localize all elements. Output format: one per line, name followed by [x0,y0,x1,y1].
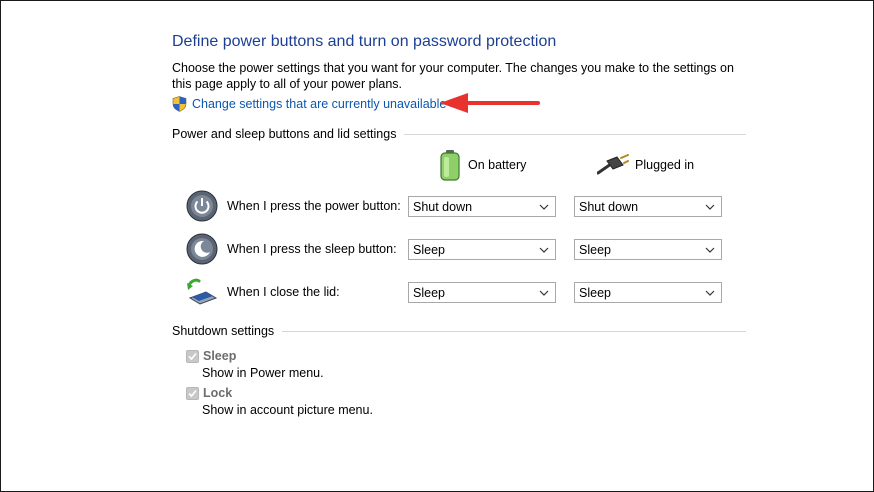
lock-checkbox-row[interactable]: Lock [186,385,232,401]
power-button-label: When I press the power button: [227,199,401,213]
shutdown-section-heading-text: Shutdown settings [172,324,275,338]
change-settings-link[interactable]: Change settings that are currently unava… [172,96,446,112]
checkmark-icon [188,352,197,360]
sleep-button-on-battery-select[interactable]: Sleep [408,239,556,260]
sleep-button-icon [186,233,218,265]
close-lid-label: When I close the lid: [227,285,340,299]
select-value: Shut down [579,199,639,214]
checkmark-icon [188,389,197,397]
change-settings-link-text: Change settings that are currently unava… [192,97,447,111]
select-value: Shut down [413,199,473,214]
lock-checkbox-label: Lock [203,386,233,400]
close-lid-plugged-in-select[interactable]: Sleep [574,282,722,303]
select-value: Sleep [413,285,445,300]
sleep-button-label: When I press the sleep button: [227,242,397,256]
chevron-down-icon [705,247,715,253]
lock-description: Show in account picture menu. [202,403,373,417]
shutdown-section-heading: Shutdown settings [172,323,746,339]
section-divider [282,330,746,332]
on-battery-label: On battery [468,158,527,172]
power-section-heading-text: Power and sleep buttons and lid settings [172,127,397,141]
power-button-on-battery-select[interactable]: Shut down [408,196,556,217]
power-section-heading: Power and sleep buttons and lid settings [172,126,746,142]
select-value: Sleep [413,242,445,257]
power-button-icon [186,190,218,222]
power-button-plugged-in-select[interactable]: Shut down [574,196,722,217]
sleep-button-plugged-in-select[interactable]: Sleep [574,239,722,260]
plugged-in-column-header: Plugged in [597,149,694,181]
sleep-description: Show in Power menu. [202,366,324,380]
chevron-down-icon [705,290,715,296]
sleep-checkbox[interactable] [186,349,199,363]
page-description: Choose the power settings that you want … [172,61,734,91]
uac-shield-icon [172,96,187,112]
page-title: Define power buttons and turn on passwor… [172,33,557,50]
sleep-checkbox-label: Sleep [203,349,237,363]
on-battery-column-header: On battery [438,149,526,181]
select-value: Sleep [579,242,611,257]
battery-icon [440,150,460,181]
chevron-down-icon [539,204,549,210]
section-divider [404,133,746,135]
lock-checkbox[interactable] [186,386,199,400]
power-plug-icon [597,154,629,175]
plugged-in-label: Plugged in [635,158,695,172]
chevron-down-icon [539,247,549,253]
chevron-down-icon [539,290,549,296]
annotation-arrow-icon [440,93,540,113]
close-lid-on-battery-select[interactable]: Sleep [408,282,556,303]
laptop-lid-icon [187,278,218,305]
chevron-down-icon [705,204,715,210]
select-value: Sleep [579,285,611,300]
sleep-checkbox-row[interactable]: Sleep [186,348,236,364]
